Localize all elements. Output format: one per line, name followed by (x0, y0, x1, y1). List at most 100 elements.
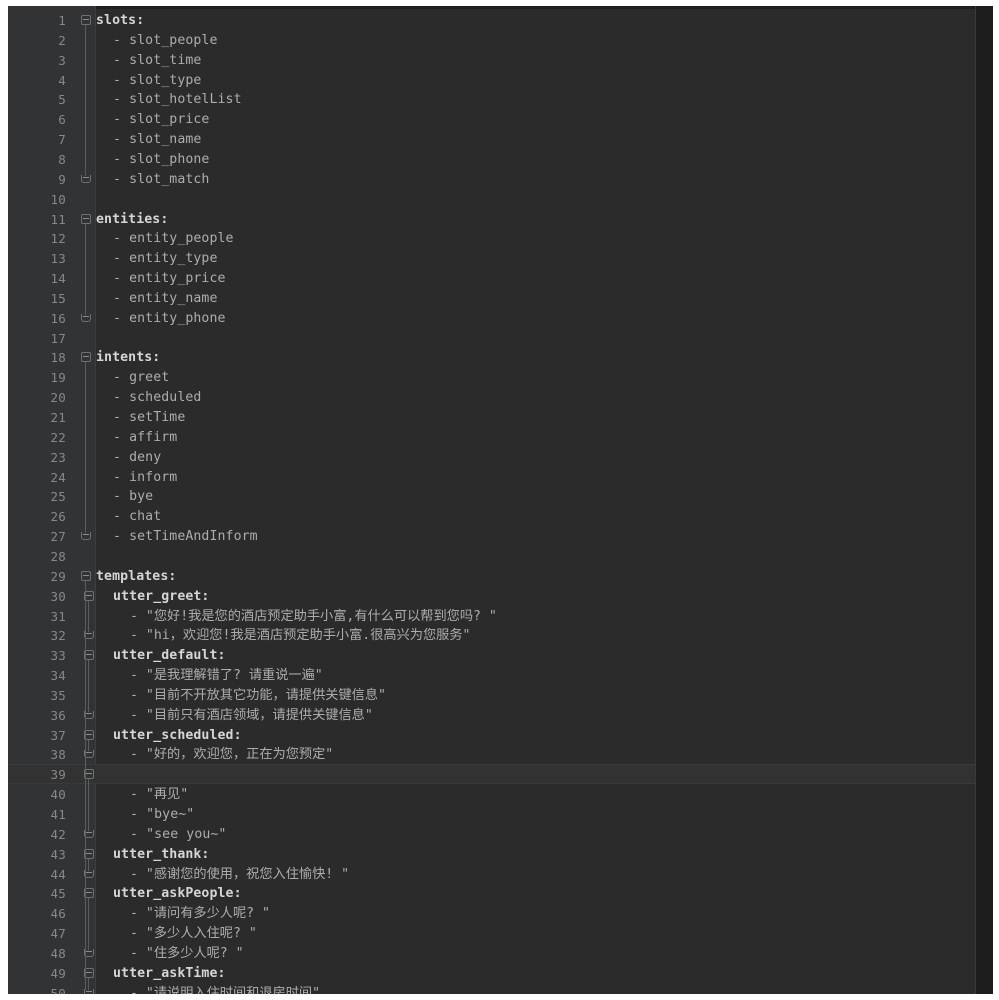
line-number[interactable]: 26 (8, 507, 66, 527)
line-number[interactable]: 42 (8, 825, 66, 845)
line-number[interactable]: 32 (8, 626, 66, 646)
line-number[interactable]: 24 (8, 468, 66, 488)
line-number[interactable]: 7 (8, 130, 66, 150)
code-line[interactable]: - scheduled (113, 388, 201, 408)
editor-marker-strip[interactable] (975, 6, 993, 994)
code-line[interactable]: - entity_phone (113, 309, 226, 329)
code-editor-window[interactable]: slots: - slot_people - slot_time - slot_typ… (8, 6, 993, 994)
code-line[interactable]: slots: (96, 11, 144, 31)
code-line[interactable]: - "您好!我是您的酒店预定助手小富,有什么可以帮到您吗? " (130, 607, 497, 627)
code-line[interactable]: - slot_type (113, 71, 201, 91)
line-number[interactable]: 36 (8, 706, 66, 726)
code-line[interactable]: - slot_name (113, 130, 201, 150)
code-line[interactable]: - "目前只有酒店领域，请提供关键信息" (130, 706, 373, 726)
line-number[interactable]: 23 (8, 448, 66, 468)
fold-collapse-icon[interactable] (81, 570, 91, 581)
code-line[interactable]: - greet (113, 368, 169, 388)
code-line[interactable]: - "好的，欢迎您，正在为您预定" (130, 745, 333, 765)
line-number[interactable]: 10 (8, 190, 66, 210)
line-number[interactable]: 2 (8, 31, 66, 51)
line-number[interactable]: 29 (8, 567, 66, 587)
line-number[interactable]: 38 (8, 745, 66, 765)
code-line[interactable]: - chat (113, 507, 161, 527)
code-line[interactable]: - "感谢您的使用，祝您入住愉快! " (130, 865, 349, 885)
line-number[interactable]: 12 (8, 229, 66, 249)
fold-collapse-icon[interactable] (81, 15, 91, 25)
line-number[interactable]: 8 (8, 150, 66, 170)
code-line[interactable]: utter_askTime: (113, 964, 226, 984)
code-line[interactable]: - entity_type (113, 249, 218, 269)
code-line[interactable]: utter_askPeople: (113, 884, 242, 904)
line-number[interactable]: 31 (8, 607, 66, 627)
line-number[interactable]: 45 (8, 884, 66, 904)
code-line[interactable]: - inform (113, 468, 177, 488)
line-number[interactable]: 5 (8, 90, 66, 110)
code-line[interactable]: - slot_price (113, 110, 209, 130)
line-number[interactable]: 41 (8, 805, 66, 825)
line-number[interactable]: 21 (8, 408, 66, 428)
code-line[interactable]: - "请说明入住时间和退房时间" (130, 984, 320, 994)
line-number[interactable]: 9 (8, 170, 66, 190)
code-line[interactable]: - "hi，欢迎您!我是酒店预定助手小富.很高兴为您服务" (130, 626, 470, 646)
line-number[interactable]: 27 (8, 527, 66, 547)
line-number[interactable]: 17 (8, 329, 66, 349)
line-number[interactable]: 35 (8, 686, 66, 706)
code-line[interactable]: - slot_hotelList (113, 90, 242, 110)
code-line[interactable]: - "是我理解错了? 请重说一遍" (130, 666, 323, 686)
line-number[interactable]: 16 (8, 309, 66, 329)
line-number[interactable]: 19 (8, 368, 66, 388)
line-number[interactable]: 33 (8, 646, 66, 666)
line-number[interactable]: 18 (8, 348, 66, 368)
code-line[interactable]: - entity_name (113, 289, 218, 309)
line-number[interactable]: 37 (8, 726, 66, 746)
code-line[interactable]: - slot_people (113, 31, 218, 51)
line-number[interactable]: 22 (8, 428, 66, 448)
fold-end-icon[interactable] (81, 313, 91, 322)
line-number[interactable]: 43 (8, 845, 66, 865)
code-line[interactable]: - "多少人入住呢? " (130, 924, 257, 944)
code-text-area[interactable]: slots: - slot_people - slot_time - slot_typ… (96, 6, 975, 994)
code-line[interactable]: - slot_match (113, 170, 209, 190)
line-number[interactable]: 1 (8, 11, 66, 31)
line-number[interactable]: 20 (8, 388, 66, 408)
code-line[interactable]: - entity_price (113, 269, 226, 289)
code-line[interactable]: utter_greet: (113, 587, 209, 607)
line-number[interactable]: 30 (8, 587, 66, 607)
fold-collapse-icon[interactable] (81, 352, 91, 363)
line-number[interactable]: 47 (8, 924, 66, 944)
code-line[interactable]: - slot_time (113, 51, 201, 71)
code-line[interactable]: utter_scheduled: (113, 726, 242, 746)
line-number[interactable]: 15 (8, 289, 66, 309)
code-line[interactable]: - slot_phone (113, 150, 209, 170)
code-line[interactable]: entities: (96, 210, 168, 230)
code-line[interactable]: utter_thank: (113, 845, 209, 865)
code-line[interactable]: - deny (113, 448, 161, 468)
fold-end-icon[interactable] (81, 174, 91, 183)
code-line[interactable]: utter_default: (113, 646, 226, 666)
code-line[interactable]: - "bye~" (130, 805, 194, 825)
line-number[interactable]: 3 (8, 51, 66, 71)
code-line[interactable]: - "请问有多少人呢? " (130, 904, 270, 924)
line-number[interactable]: 14 (8, 269, 66, 289)
code-line[interactable]: templates: (96, 567, 176, 587)
line-number[interactable]: 46 (8, 904, 66, 924)
line-number[interactable]: 6 (8, 110, 66, 130)
line-number[interactable]: 49 (8, 964, 66, 984)
line-number[interactable]: 50 (8, 984, 66, 994)
line-number[interactable]: 13 (8, 249, 66, 269)
line-number[interactable]: 34 (8, 666, 66, 686)
line-number[interactable]: 28 (8, 547, 66, 567)
line-number[interactable]: 11 (8, 210, 66, 230)
code-line[interactable]: - "再见" (130, 785, 188, 805)
code-line[interactable]: - setTime (113, 408, 185, 428)
code-line[interactable]: - "目前不开放其它功能，请提供关键信息" (130, 686, 386, 706)
line-number[interactable]: 4 (8, 71, 66, 91)
line-number[interactable]: 48 (8, 944, 66, 964)
fold-collapse-icon[interactable] (81, 213, 91, 224)
line-number[interactable]: 39 (8, 765, 66, 785)
code-line[interactable]: - setTimeAndInform (113, 527, 258, 547)
code-line[interactable]: - bye (113, 487, 153, 507)
code-line[interactable]: - "住多少人呢? " (130, 944, 244, 964)
code-line[interactable]: - "see you~" (130, 825, 226, 845)
fold-end-icon[interactable] (81, 532, 91, 541)
